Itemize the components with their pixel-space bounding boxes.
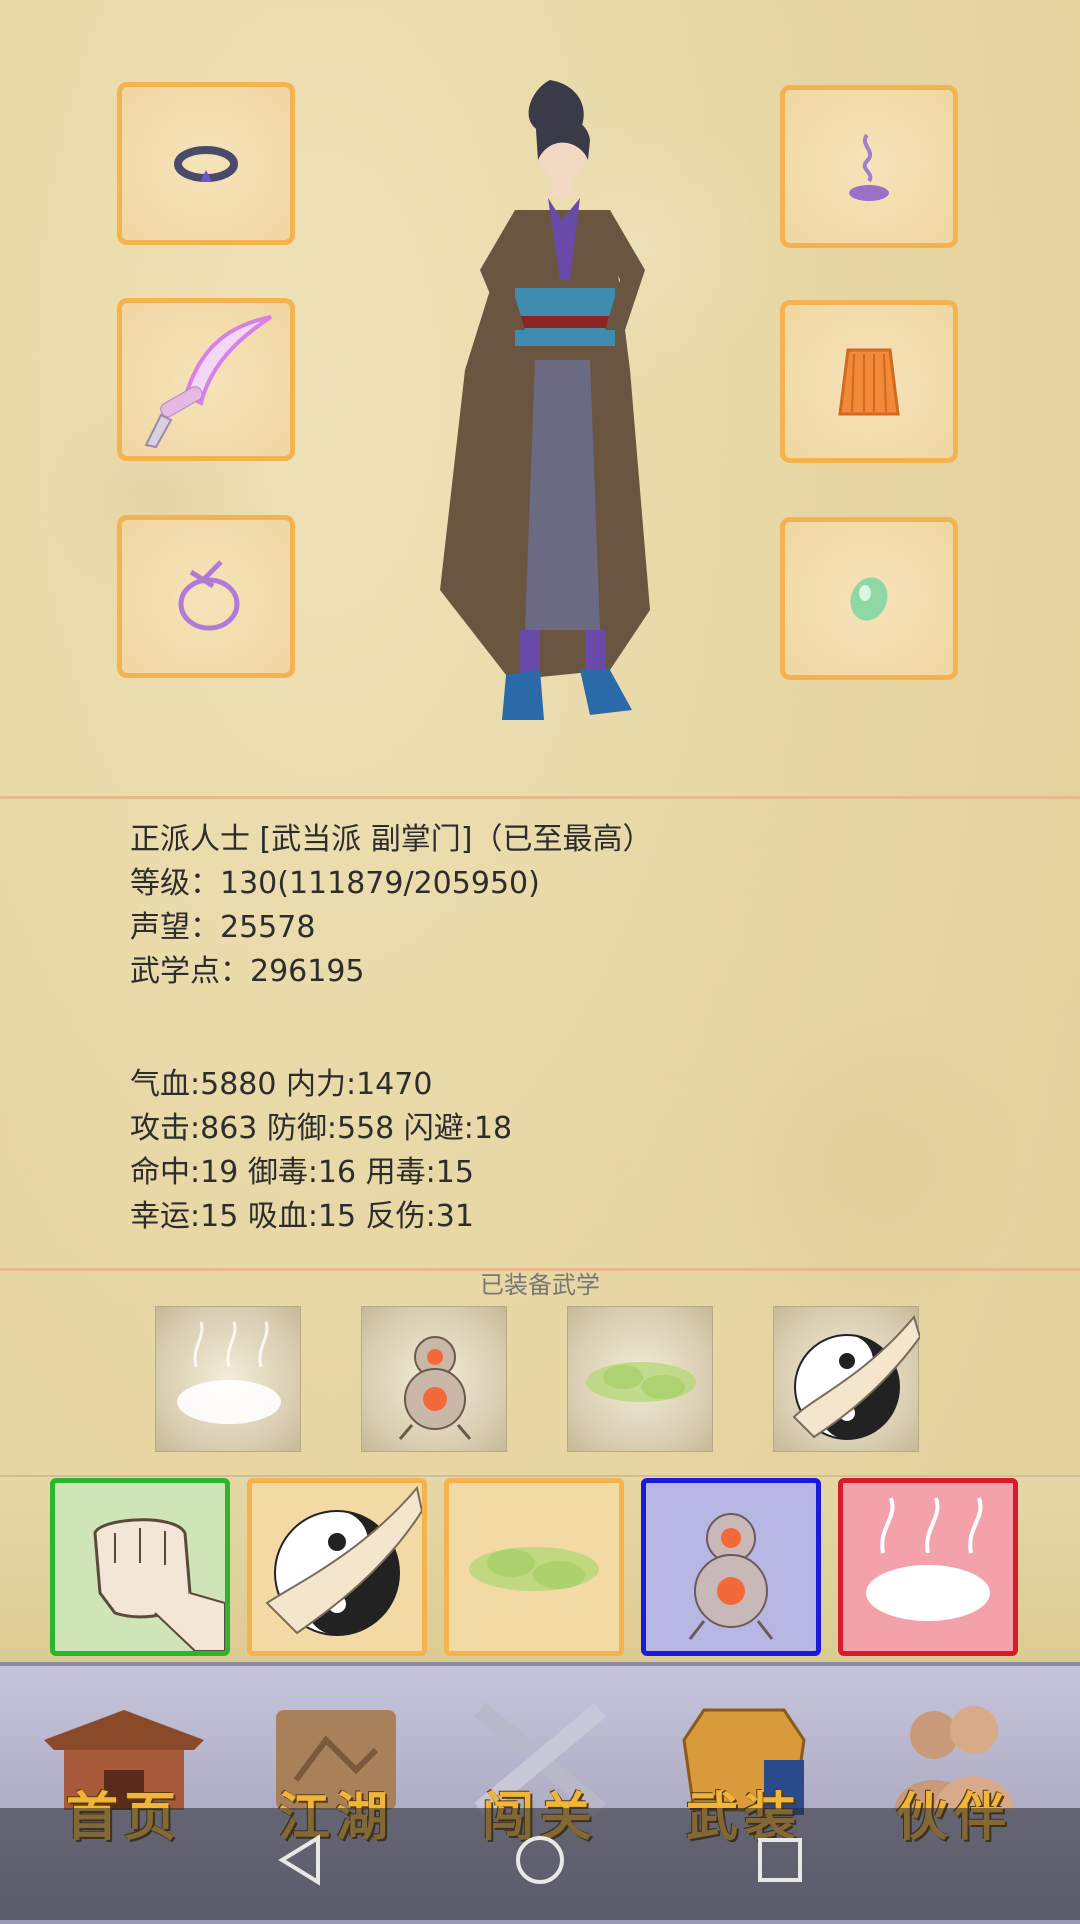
equipped-skills-title: 已装备武学 [480, 1271, 600, 1299]
pendant-icon [178, 559, 240, 630]
home-circle-icon[interactable] [510, 1830, 570, 1890]
gourd-icon [398, 1336, 472, 1440]
skill-card-taiji-palm[interactable] [247, 1478, 427, 1656]
equip-slot-accessory[interactable] [117, 515, 295, 678]
stats-line-3: 命中:19 御毒:16 用毒:15 [130, 1155, 474, 1190]
reputation-text: 声望：25578 [130, 910, 316, 945]
equip-slot-armor[interactable] [780, 300, 958, 463]
back-icon[interactable] [270, 1830, 330, 1890]
ring-icon [174, 145, 238, 182]
green-cloud-icon [586, 1362, 696, 1402]
equipped-skill-1[interactable] [155, 1306, 301, 1452]
level-text: 等级：130(111879/205950) [130, 866, 540, 901]
taiji-palm-icon [792, 1314, 922, 1440]
equip-slot-ring[interactable] [117, 82, 295, 245]
recents-square-icon[interactable] [750, 1830, 810, 1890]
stats-line-1: 气血:5880 内力:1470 [130, 1067, 433, 1102]
equipped-skill-2[interactable] [361, 1306, 507, 1452]
stats-line-2: 攻击:863 防御:558 闪避:18 [130, 1111, 513, 1146]
mist-icon [177, 1321, 281, 1424]
incense-icon [849, 133, 889, 201]
skill-card-green-cloud[interactable] [444, 1478, 624, 1656]
fist-icon [93, 1518, 226, 1652]
character-portrait [440, 80, 650, 720]
equipped-skill-3[interactable] [567, 1306, 713, 1452]
skirt-armor-icon [838, 348, 900, 415]
faction-title: 正派人士 [武当派 副掌门]（已至最高） [130, 822, 653, 857]
equip-slot-weapon[interactable] [117, 298, 295, 461]
martial-points-text: 武学点：296195 [130, 954, 365, 989]
taiji-palm-icon [265, 1485, 424, 1636]
gourd-icon [688, 1513, 774, 1640]
skill-card-gourd[interactable] [641, 1478, 821, 1656]
equipped-skill-4[interactable] [773, 1306, 922, 1452]
skill-card-mist[interactable] [838, 1478, 1018, 1656]
curved-sword-icon [144, 314, 273, 448]
jade-icon [850, 576, 888, 621]
equip-slot-incense[interactable] [780, 85, 958, 248]
equip-slot-jade[interactable] [780, 517, 958, 680]
skill-card-fist[interactable] [50, 1478, 230, 1656]
stats-line-4: 幸运:15 吸血:15 反伤:31 [130, 1199, 474, 1234]
section-divider [0, 796, 1080, 799]
mist-icon [866, 1497, 990, 1621]
green-cloud-icon [469, 1547, 599, 1591]
